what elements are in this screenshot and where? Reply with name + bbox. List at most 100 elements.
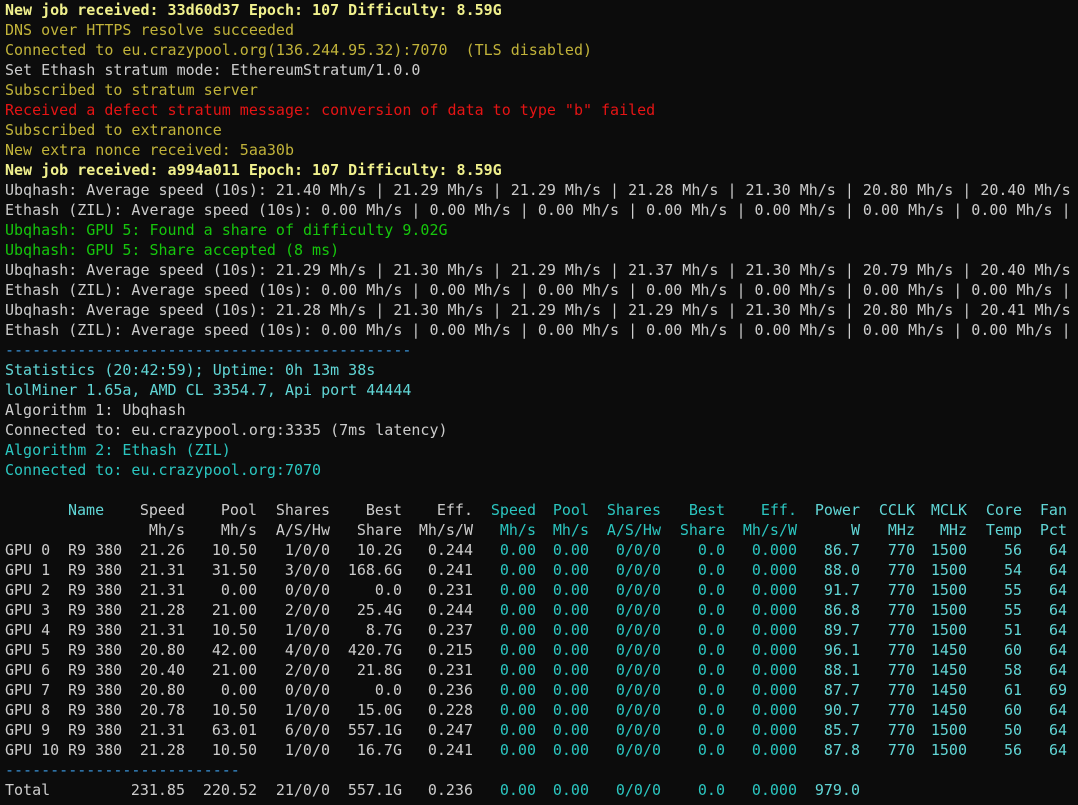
table-cell: GPU 2 <box>5 581 51 599</box>
table-cell: 0.244 <box>427 541 473 559</box>
table-cell: 0.0 <box>697 781 725 799</box>
table-cell: 0/0/0 <box>615 641 661 659</box>
table-row: GPU 7 R9 380 20.80 0.00 0/0/0 0.0 0.236 0.00 0.0… <box>5 680 1078 700</box>
table-cell: 55 <box>1003 581 1022 599</box>
table-row: GPU 4 R9 380 21.31 10.50 1/0/0 8.7G 0.237 0.00 0… <box>5 620 1078 640</box>
table-cell: 21.8G <box>356 661 402 679</box>
table-cell: R9 380 <box>68 541 123 559</box>
table-cell: 0/0/0 <box>615 621 661 639</box>
log-line: Statistics (20:42:59); Uptime: 0h 13m 38… <box>5 361 376 379</box>
table-cell: R9 380 <box>68 681 123 699</box>
log-line: Ethash (ZIL): Average speed (10s): 0.00 … <box>5 201 1078 219</box>
table-cell: 54 <box>1003 561 1022 579</box>
table-cell: 0.247 <box>427 721 473 739</box>
table-cell: 10.50 <box>211 621 257 639</box>
table-cell: 0.000 <box>751 561 797 579</box>
table-cell: Pool <box>552 501 589 519</box>
table-cell: 64 <box>1048 601 1067 619</box>
table-cell: Share <box>679 521 725 539</box>
table-cell: 1500 <box>930 541 967 559</box>
table-cell: 56 <box>1003 541 1022 559</box>
table-cell: 0.00 <box>220 681 257 699</box>
table-cell: 0.0 <box>697 681 725 699</box>
table-cell: 1500 <box>930 741 967 759</box>
table-cell: 1500 <box>930 721 967 739</box>
table-header-row: Name Speed Pool Shares Best Eff. Speed Pool Shar… <box>5 500 1078 520</box>
table-cell: 86.7 <box>823 541 860 559</box>
table-cell: 0.0 <box>697 661 725 679</box>
table-cell: 0.0 <box>697 741 725 759</box>
table-cell: 0.231 <box>427 661 473 679</box>
table-cell: 0/0/0 <box>615 701 661 719</box>
table-cell: 10.50 <box>211 741 257 759</box>
table-cell: 21.26 <box>139 541 185 559</box>
table-cell: 0.000 <box>751 661 797 679</box>
table-cell: 1500 <box>930 561 967 579</box>
log-line: Ubqhash: GPU 5: Share accepted (8 ms) <box>5 241 340 259</box>
table-cell: 64 <box>1048 581 1067 599</box>
table-cell: 0/0/0 <box>284 581 330 599</box>
table-cell: 0.00 <box>499 621 536 639</box>
table-cell: 0.000 <box>751 541 797 559</box>
table-cell: 21.28 <box>139 741 185 759</box>
table-cell: 21.31 <box>139 621 185 639</box>
table-cell: 1/0/0 <box>284 541 330 559</box>
terminal-window[interactable]: New job received: 33d60d37 Epoch: 107 Di… <box>5 0 1078 805</box>
log-line: Ethash (ZIL): Average speed (10s): 0.00 … <box>5 321 1078 339</box>
table-cell: GPU 6 <box>5 661 51 679</box>
table-cell: Best <box>365 501 402 519</box>
table-cell: 50 <box>1003 721 1022 739</box>
table-cell: 20.78 <box>139 701 185 719</box>
table-cell: R9 380 <box>68 701 123 719</box>
table-cell: Mh/s/W <box>742 521 797 539</box>
table-cell: MHz <box>887 521 915 539</box>
table-cell: 0.241 <box>427 741 473 759</box>
table-cell: 56 <box>1003 741 1022 759</box>
table-cell: 770 <box>887 661 915 679</box>
table-cell: 1500 <box>930 581 967 599</box>
table-cell: 0.00 <box>499 581 536 599</box>
table-cell: 58 <box>1003 661 1022 679</box>
log-line: Set Ethash stratum mode: EthereumStratum… <box>5 61 421 79</box>
log-line: New job received: a994a011 Epoch: 107 Di… <box>5 161 502 179</box>
table-cell: 770 <box>887 701 915 719</box>
log-line: Ubqhash: Average speed (10s): 21.40 Mh/s… <box>5 181 1071 199</box>
table-cell: 557.1G <box>347 781 402 799</box>
table-cell: 0.00 <box>499 721 536 739</box>
table-cell: 0.000 <box>751 741 797 759</box>
table-cell: A/S/Hw <box>606 521 661 539</box>
table-cell: 64 <box>1048 541 1067 559</box>
table-row: GPU 5 R9 380 20.80 42.00 4/0/0 420.7G 0.215 0.0… <box>5 640 1078 660</box>
table-cell: 557.1G <box>347 721 402 739</box>
table-cell: GPU 10 <box>5 741 60 759</box>
table-cell: 90.7 <box>823 701 860 719</box>
table-cell: 10.50 <box>211 541 257 559</box>
log-line: New extra nonce received: 5aa30b <box>5 141 294 159</box>
log-line: ----------------------------------------… <box>5 341 412 359</box>
table-cell: 0.000 <box>751 601 797 619</box>
table-cell: 1/0/0 <box>284 701 330 719</box>
table-cell: 770 <box>887 541 915 559</box>
table-cell: 64 <box>1048 701 1067 719</box>
table-cell: 0/0/0 <box>615 581 661 599</box>
table-cell: 21.31 <box>139 561 185 579</box>
table-cell: 86.8 <box>823 601 860 619</box>
table-cell: 0.00 <box>552 641 589 659</box>
table-cell: R9 380 <box>68 581 123 599</box>
log-line: Connected to eu.crazypool.org(136.244.95… <box>5 41 592 59</box>
table-cell: 0.0 <box>697 641 725 659</box>
table-cell: 0.244 <box>427 601 473 619</box>
log-line: Ethash (ZIL): Average speed (10s): 0.00 … <box>5 281 1078 299</box>
table-cell: GPU 8 <box>5 701 51 719</box>
table-cell: 0.236 <box>427 781 473 799</box>
table-cell: GPU 3 <box>5 601 51 619</box>
table-cell: R9 380 <box>68 641 123 659</box>
table-cell: 51 <box>1003 621 1022 639</box>
table-cell: 0.0 <box>697 561 725 579</box>
table-cell: 2/0/0 <box>284 661 330 679</box>
table-cell: 21/0/0 <box>275 781 330 799</box>
table-cell: 0/0/0 <box>615 781 661 799</box>
table-cell: 0.0 <box>697 721 725 739</box>
table-cell: 69 <box>1048 681 1067 699</box>
table-cell: A/S/Hw <box>275 521 330 539</box>
